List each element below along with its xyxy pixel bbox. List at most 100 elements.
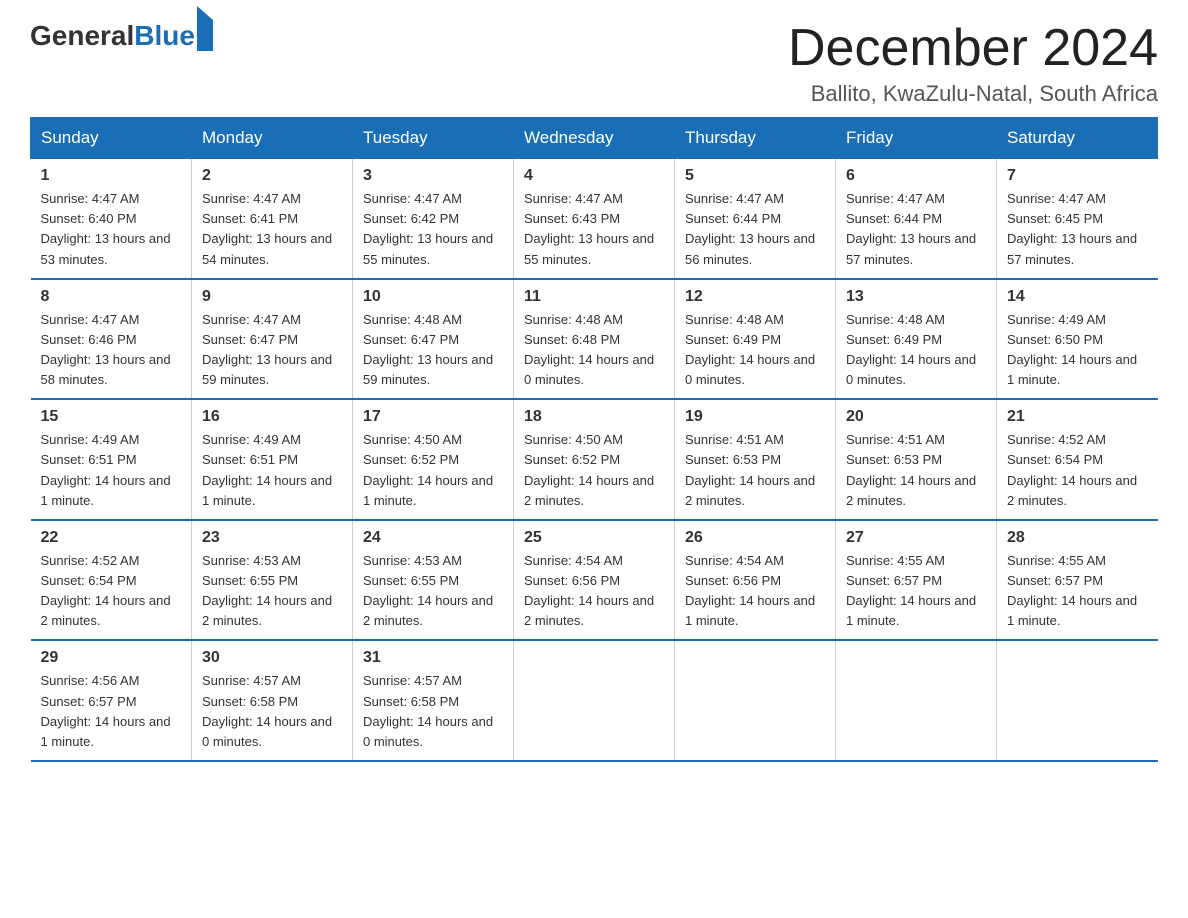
calendar-body: 1 Sunrise: 4:47 AM Sunset: 6:40 PM Dayli… xyxy=(31,159,1158,761)
calendar-cell: 13 Sunrise: 4:48 AM Sunset: 6:49 PM Dayl… xyxy=(836,279,997,400)
day-number: 17 xyxy=(363,408,503,426)
day-info: Sunrise: 4:47 AM Sunset: 6:47 PM Dayligh… xyxy=(202,310,342,391)
calendar-cell: 11 Sunrise: 4:48 AM Sunset: 6:48 PM Dayl… xyxy=(514,279,675,400)
calendar-cell: 24 Sunrise: 4:53 AM Sunset: 6:55 PM Dayl… xyxy=(353,520,514,641)
location-subtitle: Ballito, KwaZulu-Natal, South Africa xyxy=(788,81,1158,107)
calendar-cell: 14 Sunrise: 4:49 AM Sunset: 6:50 PM Dayl… xyxy=(997,279,1158,400)
calendar-cell: 9 Sunrise: 4:47 AM Sunset: 6:47 PM Dayli… xyxy=(192,279,353,400)
calendar-week-row: 15 Sunrise: 4:49 AM Sunset: 6:51 PM Dayl… xyxy=(31,399,1158,520)
calendar-cell: 3 Sunrise: 4:47 AM Sunset: 6:42 PM Dayli… xyxy=(353,159,514,279)
calendar-cell: 29 Sunrise: 4:56 AM Sunset: 6:57 PM Dayl… xyxy=(31,640,192,761)
calendar-cell: 15 Sunrise: 4:49 AM Sunset: 6:51 PM Dayl… xyxy=(31,399,192,520)
calendar-cell: 27 Sunrise: 4:55 AM Sunset: 6:57 PM Dayl… xyxy=(836,520,997,641)
day-number: 25 xyxy=(524,529,664,547)
day-number: 4 xyxy=(524,167,664,185)
col-saturday: Saturday xyxy=(997,118,1158,159)
calendar-cell xyxy=(997,640,1158,761)
day-info: Sunrise: 4:51 AM Sunset: 6:53 PM Dayligh… xyxy=(846,430,986,511)
day-info: Sunrise: 4:48 AM Sunset: 6:49 PM Dayligh… xyxy=(846,310,986,391)
calendar-cell: 30 Sunrise: 4:57 AM Sunset: 6:58 PM Dayl… xyxy=(192,640,353,761)
day-info: Sunrise: 4:53 AM Sunset: 6:55 PM Dayligh… xyxy=(363,551,503,632)
logo-arrow-icon xyxy=(197,6,213,51)
day-number: 22 xyxy=(41,529,182,547)
calendar-week-row: 29 Sunrise: 4:56 AM Sunset: 6:57 PM Dayl… xyxy=(31,640,1158,761)
day-info: Sunrise: 4:49 AM Sunset: 6:50 PM Dayligh… xyxy=(1007,310,1148,391)
calendar-cell xyxy=(675,640,836,761)
day-number: 16 xyxy=(202,408,342,426)
day-info: Sunrise: 4:48 AM Sunset: 6:49 PM Dayligh… xyxy=(685,310,825,391)
calendar-cell: 31 Sunrise: 4:57 AM Sunset: 6:58 PM Dayl… xyxy=(353,640,514,761)
calendar-cell: 22 Sunrise: 4:52 AM Sunset: 6:54 PM Dayl… xyxy=(31,520,192,641)
logo-general-text: General xyxy=(30,20,134,52)
calendar-week-row: 22 Sunrise: 4:52 AM Sunset: 6:54 PM Dayl… xyxy=(31,520,1158,641)
day-info: Sunrise: 4:50 AM Sunset: 6:52 PM Dayligh… xyxy=(524,430,664,511)
day-number: 3 xyxy=(363,167,503,185)
weekday-header-row: Sunday Monday Tuesday Wednesday Thursday… xyxy=(31,118,1158,159)
day-info: Sunrise: 4:47 AM Sunset: 6:45 PM Dayligh… xyxy=(1007,189,1148,270)
calendar-cell: 17 Sunrise: 4:50 AM Sunset: 6:52 PM Dayl… xyxy=(353,399,514,520)
day-number: 8 xyxy=(41,288,182,306)
day-info: Sunrise: 4:54 AM Sunset: 6:56 PM Dayligh… xyxy=(524,551,664,632)
calendar-cell: 7 Sunrise: 4:47 AM Sunset: 6:45 PM Dayli… xyxy=(997,159,1158,279)
day-number: 6 xyxy=(846,167,986,185)
day-info: Sunrise: 4:47 AM Sunset: 6:41 PM Dayligh… xyxy=(202,189,342,270)
calendar-cell xyxy=(514,640,675,761)
day-info: Sunrise: 4:47 AM Sunset: 6:42 PM Dayligh… xyxy=(363,189,503,270)
day-info: Sunrise: 4:57 AM Sunset: 6:58 PM Dayligh… xyxy=(202,671,342,752)
day-number: 23 xyxy=(202,529,342,547)
day-info: Sunrise: 4:48 AM Sunset: 6:48 PM Dayligh… xyxy=(524,310,664,391)
calendar-cell: 28 Sunrise: 4:55 AM Sunset: 6:57 PM Dayl… xyxy=(997,520,1158,641)
day-info: Sunrise: 4:55 AM Sunset: 6:57 PM Dayligh… xyxy=(846,551,986,632)
calendar-week-row: 1 Sunrise: 4:47 AM Sunset: 6:40 PM Dayli… xyxy=(31,159,1158,279)
day-info: Sunrise: 4:47 AM Sunset: 6:40 PM Dayligh… xyxy=(41,189,182,270)
day-number: 7 xyxy=(1007,167,1148,185)
calendar-cell: 6 Sunrise: 4:47 AM Sunset: 6:44 PM Dayli… xyxy=(836,159,997,279)
calendar-cell: 4 Sunrise: 4:47 AM Sunset: 6:43 PM Dayli… xyxy=(514,159,675,279)
calendar-cell: 23 Sunrise: 4:53 AM Sunset: 6:55 PM Dayl… xyxy=(192,520,353,641)
day-info: Sunrise: 4:54 AM Sunset: 6:56 PM Dayligh… xyxy=(685,551,825,632)
day-info: Sunrise: 4:49 AM Sunset: 6:51 PM Dayligh… xyxy=(41,430,182,511)
day-number: 9 xyxy=(202,288,342,306)
day-info: Sunrise: 4:55 AM Sunset: 6:57 PM Dayligh… xyxy=(1007,551,1148,632)
day-info: Sunrise: 4:47 AM Sunset: 6:44 PM Dayligh… xyxy=(685,189,825,270)
day-number: 18 xyxy=(524,408,664,426)
day-number: 1 xyxy=(41,167,182,185)
col-friday: Friday xyxy=(836,118,997,159)
page-header: General Blue December 2024 Ballito, KwaZ… xyxy=(30,20,1158,107)
calendar-cell: 16 Sunrise: 4:49 AM Sunset: 6:51 PM Dayl… xyxy=(192,399,353,520)
day-number: 20 xyxy=(846,408,986,426)
calendar-cell: 19 Sunrise: 4:51 AM Sunset: 6:53 PM Dayl… xyxy=(675,399,836,520)
day-info: Sunrise: 4:53 AM Sunset: 6:55 PM Dayligh… xyxy=(202,551,342,632)
day-number: 14 xyxy=(1007,288,1148,306)
title-section: December 2024 Ballito, KwaZulu-Natal, So… xyxy=(788,20,1158,107)
day-info: Sunrise: 4:47 AM Sunset: 6:43 PM Dayligh… xyxy=(524,189,664,270)
col-wednesday: Wednesday xyxy=(514,118,675,159)
calendar-cell: 18 Sunrise: 4:50 AM Sunset: 6:52 PM Dayl… xyxy=(514,399,675,520)
day-number: 2 xyxy=(202,167,342,185)
logo-blue-text: Blue xyxy=(134,20,213,52)
day-info: Sunrise: 4:47 AM Sunset: 6:44 PM Dayligh… xyxy=(846,189,986,270)
calendar-header: Sunday Monday Tuesday Wednesday Thursday… xyxy=(31,118,1158,159)
col-thursday: Thursday xyxy=(675,118,836,159)
calendar-cell xyxy=(836,640,997,761)
day-number: 5 xyxy=(685,167,825,185)
calendar-cell: 21 Sunrise: 4:52 AM Sunset: 6:54 PM Dayl… xyxy=(997,399,1158,520)
day-number: 19 xyxy=(685,408,825,426)
day-number: 15 xyxy=(41,408,182,426)
calendar-cell: 10 Sunrise: 4:48 AM Sunset: 6:47 PM Dayl… xyxy=(353,279,514,400)
calendar-cell: 12 Sunrise: 4:48 AM Sunset: 6:49 PM Dayl… xyxy=(675,279,836,400)
day-info: Sunrise: 4:50 AM Sunset: 6:52 PM Dayligh… xyxy=(363,430,503,511)
calendar-cell: 2 Sunrise: 4:47 AM Sunset: 6:41 PM Dayli… xyxy=(192,159,353,279)
day-number: 27 xyxy=(846,529,986,547)
day-number: 31 xyxy=(363,649,503,667)
col-tuesday: Tuesday xyxy=(353,118,514,159)
calendar-cell: 25 Sunrise: 4:54 AM Sunset: 6:56 PM Dayl… xyxy=(514,520,675,641)
day-number: 28 xyxy=(1007,529,1148,547)
month-title: December 2024 xyxy=(788,20,1158,77)
day-info: Sunrise: 4:49 AM Sunset: 6:51 PM Dayligh… xyxy=(202,430,342,511)
day-info: Sunrise: 4:52 AM Sunset: 6:54 PM Dayligh… xyxy=(1007,430,1148,511)
day-number: 30 xyxy=(202,649,342,667)
day-info: Sunrise: 4:47 AM Sunset: 6:46 PM Dayligh… xyxy=(41,310,182,391)
calendar-week-row: 8 Sunrise: 4:47 AM Sunset: 6:46 PM Dayli… xyxy=(31,279,1158,400)
day-number: 24 xyxy=(363,529,503,547)
